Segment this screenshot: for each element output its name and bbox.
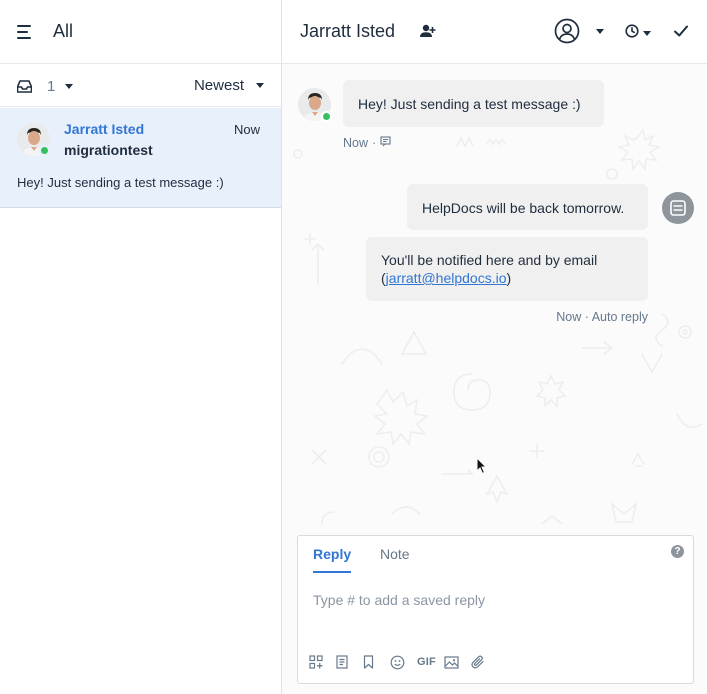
sort-dropdown[interactable]: Newest: [194, 77, 264, 94]
chevron-down-icon[interactable]: [596, 29, 604, 34]
separator: ·: [372, 136, 377, 150]
gif-button[interactable]: GIF: [417, 654, 444, 670]
composer-toolbar: GIF: [309, 654, 498, 670]
filter-bar: 1 Newest: [0, 64, 281, 107]
saved-reply-icon[interactable]: [309, 654, 336, 670]
gif-label: GIF: [417, 656, 436, 668]
message-meta: Now · Auto reply: [556, 310, 648, 324]
message-bubble: You'll be notified here and by email (ja…: [366, 237, 648, 301]
message-bubble: HelpDocs will be back tomorrow.: [407, 184, 648, 230]
add-person-icon[interactable]: [420, 24, 436, 43]
bookmark-icon[interactable]: [363, 654, 390, 670]
snooze-dropdown[interactable]: [625, 24, 651, 43]
email-link[interactable]: jarratt@helpdocs.io: [386, 270, 507, 286]
reply-input[interactable]: [313, 592, 673, 608]
menu-icon[interactable]: [17, 24, 33, 40]
inbox-icon: [17, 79, 32, 93]
chevron-down-icon: [256, 83, 264, 88]
help-icon[interactable]: ?: [671, 545, 684, 558]
online-status-icon: [39, 145, 50, 156]
attachment-icon[interactable]: [471, 654, 498, 670]
tab-reply[interactable]: Reply: [313, 546, 352, 573]
clock-icon: [625, 24, 639, 43]
seen-status-icon: [380, 136, 391, 150]
contact-name: Jarratt Isted: [300, 21, 396, 41]
conversation-preview: Hey! Just sending a test message :): [17, 175, 224, 190]
conversation-header: Jarratt Isted: [282, 0, 707, 64]
message-text: Hey! Just sending a test message :): [358, 96, 581, 112]
conversation-panel: Jarratt Isted Hey! Just sending a test m…: [282, 0, 707, 694]
list-header: All: [0, 0, 281, 64]
chevron-down-icon: [643, 31, 651, 36]
online-status-icon: [321, 111, 332, 122]
article-icon[interactable]: [336, 654, 363, 670]
tab-note[interactable]: Note: [380, 546, 410, 562]
sort-label: Newest: [193, 77, 244, 94]
message-time: Now: [343, 136, 369, 150]
message-bubble: Hey! Just sending a test message :): [343, 80, 604, 127]
list-title: All: [53, 21, 74, 41]
mouse-cursor-icon: [476, 456, 488, 480]
conversation-contact-name: Jarratt Isted: [64, 121, 145, 137]
message-meta: Now ·: [343, 136, 391, 150]
resolve-check-icon[interactable]: [673, 23, 689, 44]
inbox-count: 1: [47, 77, 56, 95]
message-text: HelpDocs will be back tomorrow.: [422, 200, 625, 216]
conversation-time: Now: [233, 122, 260, 137]
message-text: ): [506, 270, 512, 286]
inbox-filter-dropdown[interactable]: 1: [17, 77, 74, 95]
conversation-list-panel: All 1 Newest Jarratt Isted Now migration…: [0, 0, 282, 694]
reply-composer: Reply Note ? GIF: [297, 535, 694, 684]
chevron-down-icon: [65, 83, 74, 89]
image-icon[interactable]: [444, 654, 471, 670]
assignee-icon[interactable]: [554, 18, 580, 44]
bot-avatar-icon: [662, 192, 694, 224]
conversation-subject: migrationtest: [64, 142, 153, 158]
emoji-icon[interactable]: [390, 654, 417, 670]
